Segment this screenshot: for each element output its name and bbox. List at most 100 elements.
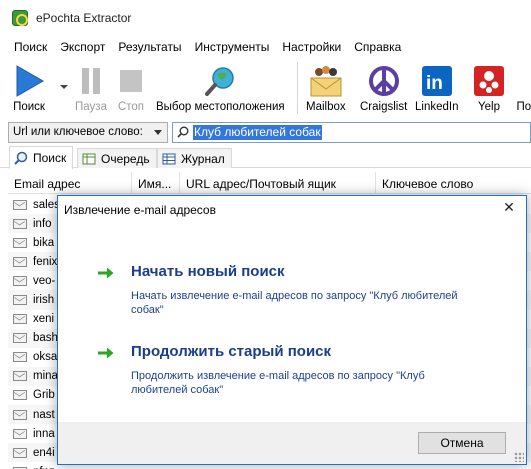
email-cell: xeni — [33, 313, 55, 326]
craigslist-button[interactable]: Craigslist — [360, 64, 407, 113]
title-bar: ePochta Extractor — [0, 0, 531, 36]
envelope-icon — [13, 390, 27, 401]
craigslist-label: Craigslist — [360, 101, 408, 113]
email-cell: bash — [33, 332, 58, 345]
envelope-icon — [13, 256, 27, 267]
menu-bar: Поиск Экспорт Результаты Инструменты Нас… — [0, 36, 531, 58]
email-cell: mina — [33, 370, 58, 383]
envelope-icon — [13, 409, 27, 420]
envelope-icon — [13, 314, 27, 325]
email-cell: irish — [33, 294, 55, 307]
email-cell: info — [33, 217, 52, 230]
search-mode-value: Url или ключевое слово: — [13, 126, 143, 138]
envelope-icon — [13, 447, 27, 458]
email-cell: veo- — [33, 274, 56, 287]
menu-search[interactable]: Поиск — [8, 36, 53, 58]
tab-log-label: Журнал — [181, 151, 225, 166]
continue-old-search-title[interactable]: Продолжить старый поиск — [131, 343, 331, 360]
yelp-label: Yelp — [478, 101, 500, 113]
search-row: Url или ключевое слово: Клуб любителей с… — [0, 120, 531, 144]
more-search-label: Пои — [516, 101, 531, 113]
search-dropdown-icon[interactable] — [60, 85, 68, 89]
extract-emails-dialog: Извлечение e-mail адресов ✕ Начать новый… — [57, 195, 527, 465]
envelope-icon — [13, 352, 27, 363]
craigslist-peace-icon — [367, 64, 401, 98]
envelope-icon — [13, 275, 27, 286]
email-cell: nast — [33, 408, 55, 421]
tab-bar: Поиск Очередь Журнал — [0, 146, 531, 169]
yelp-button[interactable]: Yelp — [472, 64, 506, 113]
pause-button[interactable]: Пауза — [74, 64, 108, 113]
envelope-icon — [13, 333, 27, 344]
menu-settings[interactable]: Настройки — [276, 36, 347, 58]
tab-search[interactable]: Поиск — [9, 146, 74, 169]
magnifier-icon — [14, 151, 28, 165]
more-search-icon — [510, 64, 531, 98]
email-cell: bika — [33, 236, 55, 249]
email-cell: fenix — [33, 255, 58, 268]
menu-help[interactable]: Справка — [348, 36, 407, 58]
menu-results[interactable]: Результаты — [112, 36, 187, 58]
email-cell: oksa — [33, 351, 58, 364]
start-new-search-description: Начать извлечение e-mail адресов по запр… — [131, 290, 458, 316]
toolbar-separator — [297, 62, 298, 114]
email-cell: en4i — [33, 446, 55, 459]
tab-queue-label: Очередь — [101, 151, 150, 166]
cancel-button[interactable]: Отмена — [418, 432, 506, 454]
envelope-icon — [13, 237, 27, 248]
email-cell: sales — [33, 198, 60, 211]
mailbox-label: Mailbox — [306, 101, 346, 113]
start-new-search-title[interactable]: Начать новый поиск — [131, 263, 285, 280]
tab-queue[interactable]: Очередь — [77, 148, 157, 168]
search-tool-button[interactable]: Поиск — [12, 64, 46, 113]
search-query-text: Клуб любителей собак — [193, 125, 322, 140]
resize-grip-icon[interactable] — [514, 452, 524, 462]
menu-tools[interactable]: Инструменты — [189, 36, 276, 58]
pause-icon — [74, 64, 108, 98]
envelope-icon — [13, 199, 27, 210]
linkedin-label: LinkedIn — [415, 101, 459, 113]
stop-button[interactable]: Стоп — [114, 64, 148, 113]
linkedin-button[interactable]: in LinkedIn — [415, 64, 458, 113]
green-arrow-icon — [98, 267, 114, 279]
tab-log[interactable]: Журнал — [157, 148, 232, 168]
envelope-icon — [13, 428, 27, 439]
search-input[interactable]: Клуб любителей собак — [172, 122, 531, 143]
column-email[interactable]: Email адрес — [8, 172, 132, 194]
close-icon[interactable]: ✕ — [502, 200, 516, 214]
menu-export[interactable]: Экспорт — [54, 36, 111, 58]
yelp-icon — [472, 64, 506, 98]
dialog-footer: Отмена — [58, 422, 526, 464]
column-name[interactable]: Имя... — [132, 172, 180, 194]
column-keyword[interactable]: Ключевое слово — [376, 172, 531, 194]
tab-search-label: Поиск — [33, 151, 67, 165]
globe-magnifier-icon — [203, 64, 237, 98]
envelope-icon — [13, 218, 27, 229]
mailbox-button[interactable]: Mailbox — [306, 64, 346, 113]
linkedin-icon: in — [420, 64, 454, 98]
location-button[interactable]: Выбор местоположения — [156, 64, 285, 113]
email-cell: Grib — [33, 389, 55, 402]
search-tool-label: Поиск — [13, 101, 45, 113]
continue-old-search-description: Продолжить извлечение e-mail адресов по … — [131, 370, 425, 396]
column-url[interactable]: URL адрес/Почтовый ящик — [180, 172, 376, 194]
log-table-icon — [162, 153, 176, 164]
green-arrow-icon — [98, 347, 114, 359]
pause-label: Пауза — [75, 101, 107, 113]
app-logo-icon — [12, 10, 28, 26]
mailbox-people-icon — [309, 64, 343, 98]
play-icon — [12, 64, 46, 98]
envelope-icon — [13, 295, 27, 306]
grid-header: Email адрес Имя... URL адрес/Почтовый ящ… — [8, 172, 531, 194]
stop-label: Стоп — [117, 101, 145, 113]
search-mode-select[interactable]: Url или ключевое слово: — [8, 122, 168, 143]
dialog-title: Извлечение e-mail адресов — [64, 203, 216, 217]
svg-text:in: in — [426, 73, 443, 94]
toolbar: Поиск Пауза Стоп Выбор местоположения Ma… — [0, 58, 531, 120]
more-search-button[interactable]: Пои — [510, 64, 531, 113]
queue-table-icon — [82, 153, 96, 164]
search-icon — [177, 126, 189, 138]
location-label: Выбор местоположения — [156, 101, 285, 113]
window-title: ePochta Extractor — [36, 11, 132, 25]
chevron-down-icon — [154, 130, 162, 135]
